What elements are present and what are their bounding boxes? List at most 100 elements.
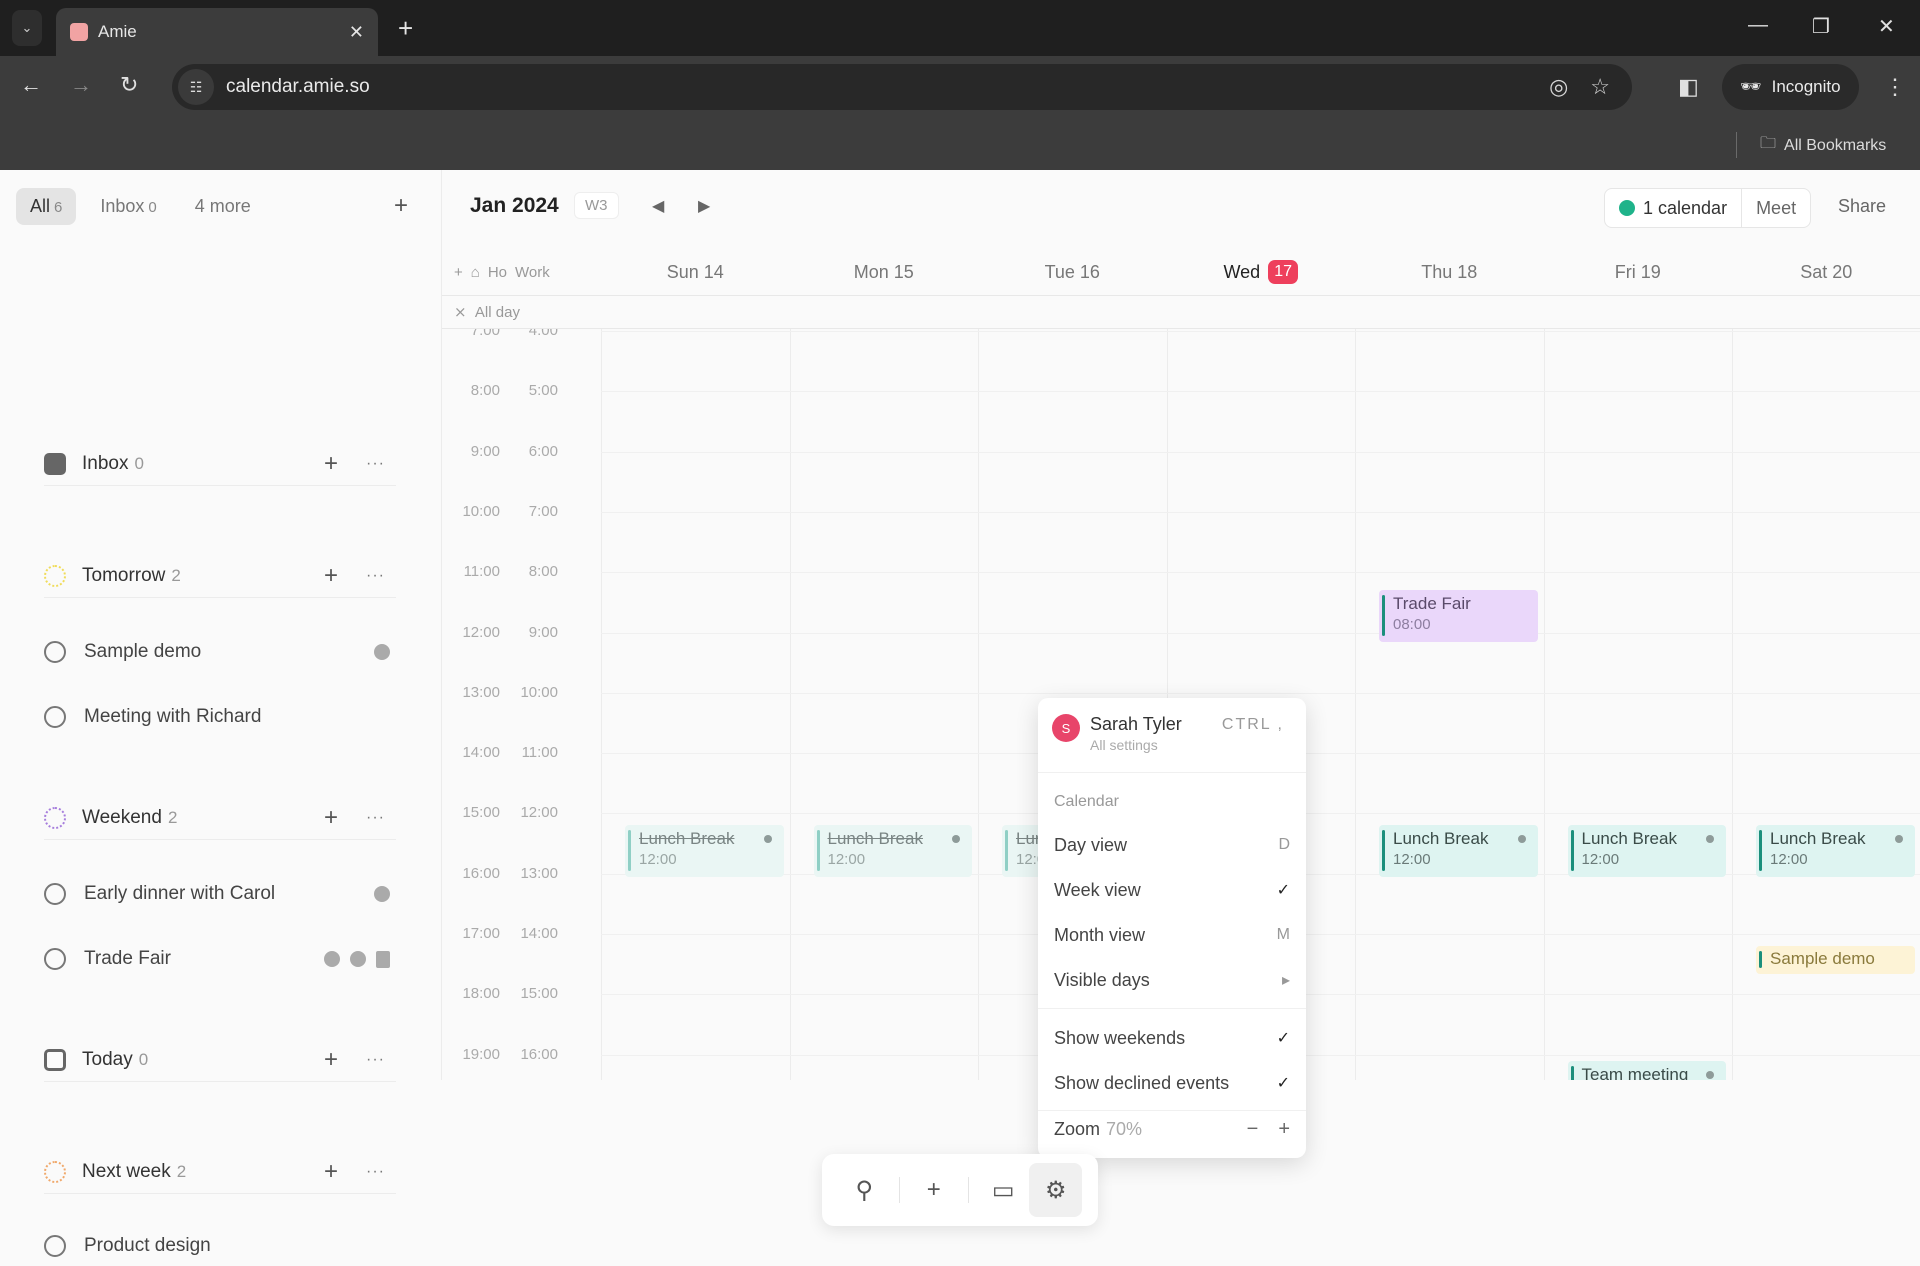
- section-header[interactable]: Weekend 2 + ···: [44, 796, 396, 840]
- minimize-icon[interactable]: —: [1748, 14, 1768, 37]
- add-task-button[interactable]: +: [324, 804, 338, 832]
- day-header[interactable]: Fri 19: [1544, 252, 1733, 292]
- filter-tab-all[interactable]: All 6: [16, 188, 77, 225]
- calendar-event[interactable]: Team meeting: [1567, 1060, 1726, 1080]
- add-timezone-icon[interactable]: +: [454, 264, 463, 281]
- attendee-status-dot: [1517, 835, 1526, 844]
- time-label-secondary: 8:00: [528, 563, 558, 581]
- filter-tab-inbox[interactable]: Inbox 0: [86, 188, 170, 225]
- settings-button[interactable]: ⚙: [1029, 1163, 1082, 1217]
- toggle-sidebar-button[interactable]: ▭: [977, 1163, 1030, 1217]
- calendar-event[interactable]: Trade Fair 08:00: [1379, 590, 1538, 643]
- calendar-header: Jan 2024 W3 ◀ ▶ 1 calendar Meet Share: [442, 170, 1920, 240]
- day-header[interactable]: Sat 20: [1732, 252, 1920, 292]
- user-settings-item[interactable]: S Sarah Tyler All settings: [1052, 714, 1182, 753]
- event-title: Lunch Break: [639, 829, 735, 849]
- close-tab-icon[interactable]: ✕: [349, 22, 364, 43]
- share-button[interactable]: Share: [1838, 196, 1886, 217]
- day-header[interactable]: Thu 18: [1355, 252, 1544, 292]
- menu-item-day-view[interactable]: Day view D: [1054, 828, 1290, 862]
- calendar-event[interactable]: Lunch Break 12:00: [1756, 825, 1915, 878]
- filter-tab-more[interactable]: 4 more: [181, 188, 265, 225]
- add-list-button[interactable]: +: [394, 192, 408, 220]
- today-calendar-icon: [44, 1048, 66, 1071]
- url-text[interactable]: calendar.amie.so: [226, 76, 1549, 98]
- event-time: 12:00: [1770, 851, 1808, 869]
- calendar-event[interactable]: Lunch Break 12:00: [813, 825, 972, 878]
- menu-item-show-weekends[interactable]: Show weekends ✓: [1054, 1021, 1290, 1055]
- section-header[interactable]: Inbox 0 + ···: [44, 442, 396, 486]
- address-bar[interactable]: ☷ calendar.amie.so ◎ ☆: [172, 64, 1632, 110]
- search-button[interactable]: ⚲: [838, 1163, 891, 1217]
- side-panel-icon[interactable]: ◧: [1678, 74, 1699, 100]
- incognito-indicator[interactable]: 🕶 Incognito: [1722, 64, 1859, 110]
- filter-label: 4 more: [194, 196, 251, 216]
- day-header[interactable]: Tue 16: [978, 252, 1167, 292]
- tracking-protection-eye-off-icon[interactable]: ◎: [1549, 74, 1568, 100]
- all-bookmarks-button[interactable]: 🗀 All Bookmarks: [1760, 132, 1886, 159]
- add-task-button[interactable]: +: [324, 562, 338, 590]
- menu-item-show-declined[interactable]: Show declined events ✓: [1054, 1066, 1290, 1100]
- create-event-button[interactable]: +: [907, 1163, 960, 1217]
- timezone-home-label[interactable]: Ho: [488, 264, 507, 281]
- day-header[interactable]: Sun 14: [601, 252, 790, 292]
- zoom-in-button[interactable]: +: [1278, 1118, 1290, 1141]
- event-time: 08:00: [1393, 616, 1431, 634]
- time-label-secondary: 7:00: [528, 502, 558, 520]
- back-icon[interactable]: ←: [20, 72, 42, 98]
- day-header[interactable]: Mon 15: [790, 252, 979, 292]
- menu-item-month-view[interactable]: Month view M: [1054, 918, 1290, 952]
- calendar-event[interactable]: Lunch Break 12:00: [625, 825, 784, 878]
- calendars-button[interactable]: 1 calendar: [1605, 189, 1743, 227]
- collapse-icon[interactable]: ⨯: [454, 304, 467, 321]
- more-options-icon[interactable]: ···: [366, 1163, 385, 1181]
- menu-item-week-view[interactable]: Week view ✓: [1054, 873, 1290, 907]
- browser-tab[interactable]: Amie ✕: [56, 8, 378, 56]
- task-item[interactable]: Sample demo: [44, 632, 396, 672]
- new-tab-button[interactable]: +: [398, 14, 413, 42]
- task-item[interactable]: Product design: [44, 1226, 396, 1266]
- add-task-button[interactable]: +: [324, 1046, 338, 1074]
- task-item[interactable]: Meeting with Richard: [44, 697, 396, 737]
- time-label-primary: 12:00: [462, 623, 500, 641]
- menu-item-visible-days[interactable]: Visible days ▸: [1054, 963, 1290, 997]
- task-checkbox[interactable]: [44, 948, 66, 970]
- section-header[interactable]: Tomorrow 2 + ···: [44, 554, 396, 598]
- reload-icon[interactable]: ↻: [120, 72, 138, 98]
- task-item[interactable]: Early dinner with Carol: [44, 874, 396, 914]
- clock-icon: [374, 886, 390, 902]
- browser-menu-icon[interactable]: ⋮: [1884, 74, 1906, 100]
- task-item[interactable]: Trade Fair: [44, 939, 396, 979]
- day-column-divider: [1355, 329, 1356, 1080]
- calendar-event[interactable]: Lunch Break 12:00: [1567, 825, 1726, 878]
- calendar-event[interactable]: Lunch Break 12:00: [1379, 825, 1538, 878]
- task-checkbox[interactable]: [44, 883, 66, 905]
- section-header[interactable]: Next week 2 + ···: [44, 1150, 396, 1194]
- more-options-icon[interactable]: ···: [366, 455, 385, 473]
- menu-divider: [1038, 1008, 1306, 1009]
- section-header[interactable]: Today 0 + ···: [44, 1038, 396, 1082]
- bookmark-star-icon[interactable]: ☆: [1590, 74, 1610, 100]
- task-checkbox[interactable]: [44, 1235, 66, 1257]
- tab-search-button[interactable]: ⌄: [12, 10, 42, 46]
- next-week-button[interactable]: ▶: [698, 196, 710, 216]
- day-header[interactable]: Wed 17: [1167, 252, 1356, 292]
- toolbar-divider: [968, 1177, 969, 1203]
- add-task-button[interactable]: +: [324, 1158, 338, 1186]
- forward-icon[interactable]: →: [70, 72, 92, 98]
- task-checkbox[interactable]: [44, 706, 66, 728]
- task-checkbox[interactable]: [44, 641, 66, 663]
- more-options-icon[interactable]: ···: [366, 567, 385, 585]
- more-options-icon[interactable]: ···: [366, 809, 385, 827]
- previous-week-button[interactable]: ◀: [652, 196, 664, 216]
- close-window-icon[interactable]: ✕: [1878, 14, 1895, 39]
- restore-icon[interactable]: ❐: [1812, 14, 1830, 39]
- meet-button[interactable]: Meet: [1742, 198, 1810, 219]
- add-task-button[interactable]: +: [324, 450, 338, 478]
- site-info-icon[interactable]: ☷: [178, 69, 214, 105]
- more-options-icon[interactable]: ···: [366, 1051, 385, 1069]
- calendar-event[interactable]: Sample demo: [1756, 946, 1915, 975]
- task-label: Product design: [84, 1235, 211, 1256]
- zoom-out-button[interactable]: −: [1247, 1118, 1259, 1141]
- timezone-work-label[interactable]: Work: [515, 264, 550, 281]
